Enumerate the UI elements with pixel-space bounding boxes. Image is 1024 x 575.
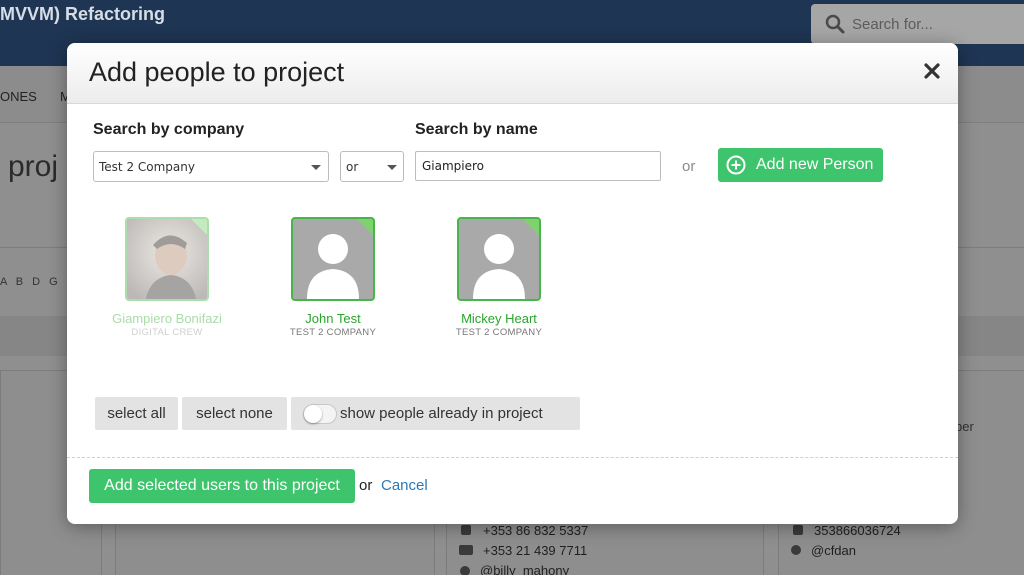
company-select-value: Test 2 Company: [99, 160, 195, 174]
search-by-name-label: Search by name: [415, 121, 538, 138]
project-title: MVVM) Refactoring: [0, 4, 166, 24]
or-text: or: [682, 158, 696, 175]
search-by-company-label: Search by company: [93, 121, 245, 138]
chevron-down-icon: [311, 165, 321, 170]
operator-select-value: or: [346, 160, 359, 174]
plus-circle-icon: [726, 155, 746, 175]
fax-icon: [459, 545, 473, 555]
footer-divider: [67, 457, 958, 458]
avatar: [457, 217, 541, 301]
avatar: [125, 217, 209, 301]
show-people-label: show people already in project: [340, 405, 543, 422]
selected-corner: [522, 219, 539, 236]
alphabet-filter[interactable]: A B D G J: [0, 276, 75, 288]
close-icon[interactable]: [922, 61, 942, 81]
twitter-icon: [460, 566, 470, 575]
card-twitter[interactable]: @billy_mahony: [480, 563, 569, 575]
person-name: John Test: [305, 311, 361, 326]
name-search-input[interactable]: [415, 151, 661, 181]
show-people-toggle[interactable]: [303, 404, 337, 424]
operator-select[interactable]: or: [340, 151, 404, 182]
toggle-knob: [304, 405, 322, 423]
avatar: [291, 217, 375, 301]
select-all-button[interactable]: select all: [95, 397, 178, 430]
person-card[interactable]: Mickey Heart TEST 2 COMPANY: [424, 217, 574, 347]
search-icon: [825, 14, 845, 34]
person-card[interactable]: John Test TEST 2 COMPANY: [258, 217, 408, 347]
global-search[interactable]: Search for...: [811, 4, 1024, 44]
add-people-modal: Add people to project Search by company …: [67, 43, 958, 524]
company-select[interactable]: Test 2 Company: [93, 151, 329, 182]
select-none-button[interactable]: select none: [182, 397, 287, 430]
page-heading: proj: [8, 150, 59, 183]
twitter-icon: [791, 545, 801, 555]
modal-header: Add people to project: [67, 43, 958, 104]
or-text: or: [359, 477, 373, 494]
card-phone: 353866036724: [814, 523, 901, 538]
add-new-person-label: Add new Person: [756, 156, 874, 173]
card-phone: +353 86 832 5337: [483, 523, 589, 538]
selected-corner: [190, 219, 207, 236]
selected-corner: [356, 219, 373, 236]
phone-icon: [461, 525, 471, 535]
chevron-down-icon: [387, 165, 397, 170]
phone-icon: [793, 525, 803, 535]
nav-item-milestones[interactable]: ONES: [0, 89, 37, 104]
add-selected-users-button[interactable]: Add selected users to this project: [89, 469, 355, 503]
person-company: DIGITAL CREW: [131, 327, 203, 338]
person-company: TEST 2 COMPANY: [289, 327, 377, 338]
card-fax: +353 21 439 7711: [483, 543, 588, 558]
person-name: Giampiero Bonifazi: [112, 311, 222, 326]
card-twitter[interactable]: @cfdan: [811, 543, 856, 558]
cancel-link[interactable]: Cancel: [381, 477, 428, 494]
person-card[interactable]: Giampiero Bonifazi DIGITAL CREW: [92, 217, 242, 347]
person-company: TEST 2 COMPANY: [455, 327, 543, 338]
modal-title: Add people to project: [89, 57, 345, 87]
add-new-person-button[interactable]: Add new Person: [718, 148, 883, 182]
search-placeholder: Search for...: [852, 16, 933, 33]
person-name: Mickey Heart: [461, 311, 537, 326]
show-people-toggle-group: show people already in project: [291, 397, 580, 430]
